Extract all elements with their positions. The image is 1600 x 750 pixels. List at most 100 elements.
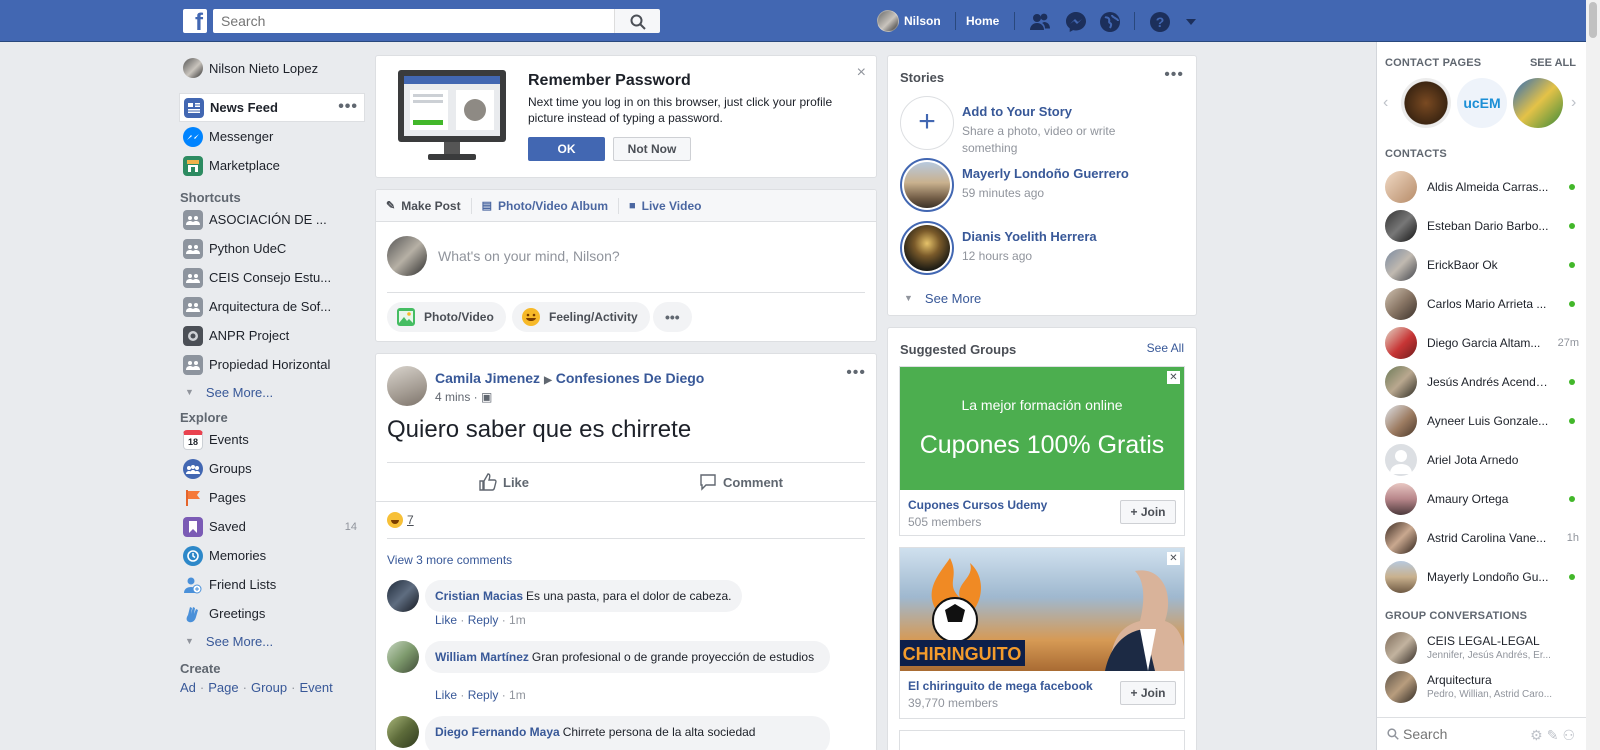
group-cover-image[interactable]: CHIRINGUITO ✕ bbox=[900, 548, 1184, 671]
view-more-comments-link[interactable]: View 3 more comments bbox=[387, 553, 512, 567]
search-input[interactable] bbox=[213, 9, 614, 33]
chevron-right-icon[interactable]: › bbox=[1571, 94, 1576, 112]
sidebar-item-shortcut[interactable]: Python UdeC bbox=[179, 234, 365, 263]
group-conversation-item[interactable]: Arquitectura Pedro, Willian, Astrid Caro.… bbox=[1385, 669, 1581, 705]
group-name[interactable]: Cupones Cursos Udemy bbox=[908, 498, 1047, 512]
profile-link[interactable]: Nilson bbox=[877, 10, 941, 32]
sidebar-item-events[interactable]: 18 Events bbox=[179, 425, 365, 454]
account-menu-chevron-down-icon[interactable] bbox=[1180, 11, 1202, 33]
tab-photo-video-album[interactable]: ▤ Photo/Video Album bbox=[482, 197, 619, 214]
comment-reply-link[interactable]: Reply bbox=[468, 613, 499, 627]
post-timestamp[interactable]: 4 mins · ▣ bbox=[435, 390, 492, 404]
contact-page-avatar[interactable]: ucEM bbox=[1457, 78, 1507, 128]
contact-page-avatar[interactable] bbox=[1401, 78, 1451, 128]
comment-button[interactable]: Comment bbox=[699, 473, 783, 491]
contact-item[interactable]: Jesús Andrés Acendr... bbox=[1385, 364, 1581, 400]
see-all-groups-link[interactable]: See All bbox=[1147, 341, 1184, 355]
contact-item[interactable]: ErickBaor Ok bbox=[1385, 247, 1581, 283]
create-event-link[interactable]: Event bbox=[299, 680, 332, 695]
comment-time[interactable]: 1m bbox=[509, 688, 526, 702]
stories-options-icon[interactable]: ••• bbox=[1164, 66, 1184, 84]
scrollbar-thumb[interactable] bbox=[1589, 2, 1597, 38]
contact-item[interactable]: Mayerly Londoño Gu... bbox=[1385, 559, 1581, 595]
sidebar-item-messenger[interactable]: Messenger bbox=[179, 122, 365, 151]
contact-item[interactable]: Amaury Ortega bbox=[1385, 481, 1581, 517]
comment-author-link[interactable]: Diego Fernando Maya bbox=[435, 725, 560, 739]
join-group-button[interactable]: + Join bbox=[1120, 500, 1176, 524]
chat-options-icons[interactable]: ⚙✎⚇ bbox=[1530, 727, 1579, 744]
group-name[interactable]: El chiringuito de mega facebook bbox=[908, 679, 1093, 693]
contact-item[interactable]: Diego Garcia Altam... 27m bbox=[1385, 325, 1581, 361]
sidebar-item-profile[interactable]: Nilson Nieto Lopez bbox=[179, 54, 365, 82]
contact-item[interactable]: Aldis Almeida Carras... bbox=[1385, 169, 1581, 205]
page-scrollbar[interactable] bbox=[1586, 0, 1600, 750]
see-more-explore-link[interactable]: ▼ See More... bbox=[179, 628, 365, 654]
group-cover-image[interactable]: La mejor formación online Cupones 100% G… bbox=[900, 367, 1184, 490]
sidebar-item-shortcut[interactable]: Propiedad Horizontal bbox=[179, 350, 365, 379]
photo-video-button[interactable]: Photo/Video bbox=[387, 302, 506, 332]
contact-item[interactable]: Ayneer Luis Gonzale... bbox=[1385, 403, 1581, 439]
comment-author-link[interactable]: Cristian Macias bbox=[435, 589, 523, 603]
sidebar-item-shortcut[interactable]: CEIS Consejo Estu... bbox=[179, 263, 365, 292]
tab-make-post[interactable]: ✎ Make Post bbox=[386, 197, 472, 214]
avatar[interactable] bbox=[387, 366, 427, 406]
facebook-logo-icon[interactable]: f bbox=[183, 9, 207, 33]
close-icon[interactable]: ✕ bbox=[1167, 552, 1180, 565]
story-item[interactable]: Dianis Yoelith Herrera 12 hours ago bbox=[900, 221, 1190, 277]
avatar[interactable] bbox=[387, 580, 419, 612]
add-story-item[interactable]: + Add to Your Story Share a photo, video… bbox=[900, 96, 1190, 155]
sidebar-item-groups[interactable]: Groups bbox=[179, 454, 365, 483]
tab-live-video[interactable]: ■ Live Video bbox=[629, 198, 711, 214]
see-more-stories-link[interactable]: ▼ See More bbox=[900, 285, 981, 311]
sidebar-item-greetings[interactable]: Greetings bbox=[179, 599, 365, 628]
comment-time[interactable]: 1m bbox=[509, 613, 526, 627]
ok-button[interactable]: OK bbox=[528, 137, 605, 161]
sidebar-item-shortcut[interactable]: Arquitectura de Sof... bbox=[179, 292, 365, 321]
not-now-button[interactable]: Not Now bbox=[613, 137, 691, 161]
comment-author-link[interactable]: William Martínez bbox=[435, 650, 529, 664]
see-more-shortcuts-link[interactable]: ▼ See More... bbox=[179, 379, 365, 405]
comment-reply-link[interactable]: Reply bbox=[468, 688, 499, 702]
sidebar-item-pages[interactable]: Pages bbox=[179, 483, 365, 512]
post-author-link[interactable]: Camila Jimenez bbox=[435, 370, 540, 386]
story-item[interactable]: Mayerly Londoño Guerrero 59 minutes ago bbox=[900, 158, 1190, 214]
feeling-activity-button[interactable]: Feeling/Activity bbox=[512, 302, 650, 332]
more-options-button[interactable]: ••• bbox=[653, 302, 692, 332]
sidebar-item-marketplace[interactable]: Marketplace bbox=[179, 151, 365, 180]
like-button[interactable]: Like bbox=[479, 473, 529, 491]
close-icon[interactable]: × bbox=[857, 64, 866, 82]
see-all-pages-link[interactable]: SEE ALL bbox=[1530, 57, 1576, 69]
messenger-icon[interactable] bbox=[1065, 11, 1087, 33]
create-page-link[interactable]: Page bbox=[208, 680, 238, 695]
sidebar-item-memories[interactable]: Memories bbox=[179, 541, 365, 570]
contact-page-avatar[interactable] bbox=[1513, 78, 1563, 128]
create-ad-link[interactable]: Ad bbox=[180, 680, 196, 695]
contact-item[interactable]: Esteban Dario Barbo... bbox=[1385, 208, 1581, 244]
chevron-left-icon[interactable]: ‹ bbox=[1383, 94, 1388, 112]
friend-requests-icon[interactable] bbox=[1029, 11, 1051, 33]
contact-item[interactable]: Carlos Mario Arrieta ... bbox=[1385, 286, 1581, 322]
post-options-icon[interactable]: ••• bbox=[846, 364, 866, 382]
group-conversation-item[interactable]: CEIS LEGAL-LEGAL Jennifer, Jesús Andrés, … bbox=[1385, 630, 1581, 666]
chat-search-input[interactable] bbox=[1403, 724, 1513, 744]
sidebar-item-shortcut[interactable]: ANPR Project bbox=[179, 321, 365, 350]
more-options-icon[interactable]: ••• bbox=[338, 98, 358, 116]
sidebar-item-friend-lists[interactable]: Friend Lists bbox=[179, 570, 365, 599]
join-group-button[interactable]: + Join bbox=[1120, 681, 1176, 705]
reactions-summary[interactable]: 7 bbox=[387, 512, 414, 528]
post-group-link[interactable]: Confesiones De Diego bbox=[556, 370, 705, 386]
contact-item[interactable]: Ariel Jota Arnedo bbox=[1385, 442, 1581, 478]
avatar[interactable] bbox=[387, 641, 419, 673]
help-icon[interactable]: ? bbox=[1149, 11, 1171, 33]
comment-like-link[interactable]: Like bbox=[435, 613, 457, 627]
contact-item[interactable]: Astrid Carolina Vane... 1h bbox=[1385, 520, 1581, 556]
sidebar-item-saved[interactable]: Saved 14 bbox=[179, 512, 365, 541]
search-box[interactable] bbox=[213, 9, 614, 33]
home-link[interactable]: Home bbox=[966, 14, 999, 28]
sidebar-item-shortcut[interactable]: ASOCIACIÓN DE ... bbox=[179, 205, 365, 234]
create-group-link[interactable]: Group bbox=[251, 680, 287, 695]
avatar[interactable] bbox=[387, 716, 419, 748]
comment-like-link[interactable]: Like bbox=[435, 688, 457, 702]
sidebar-item-news-feed[interactable]: News Feed ••• bbox=[179, 93, 365, 122]
composer-input[interactable]: What's on your mind, Nilson? bbox=[438, 248, 620, 264]
